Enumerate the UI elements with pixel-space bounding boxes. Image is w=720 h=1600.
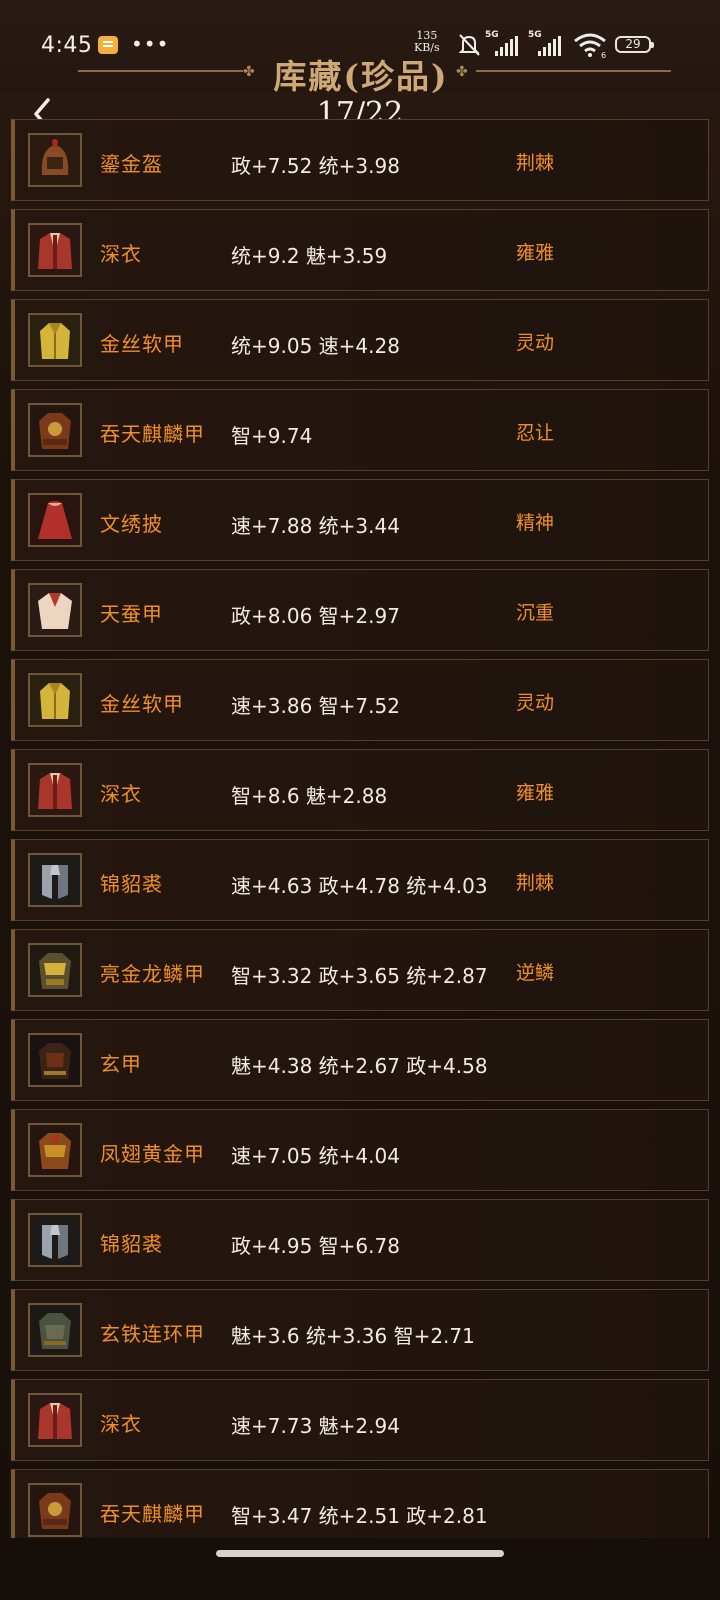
robe-icon (28, 1393, 82, 1447)
item-stats: 政+8.06 智+2.97 (231, 604, 400, 628)
item-name: 深衣 (100, 1412, 142, 1436)
item-trait: 灵动 (516, 332, 555, 354)
item-trait: 沉重 (516, 602, 555, 624)
qilin-armor-icon (28, 403, 82, 457)
silk-armor-icon (28, 583, 82, 637)
helmet-icon (28, 133, 82, 187)
page-title: 库藏(珍品) (273, 57, 449, 96)
item-name: 文绣披 (100, 512, 163, 536)
item-row[interactable]: 鎏金盔 政+7.52 统+3.98 荆棘 (11, 119, 709, 201)
item-stats: 智+3.32 政+3.65 统+2.87 (231, 964, 488, 988)
item-row[interactable]: 凤翅黄金甲 速+7.05 统+4.04 (11, 1109, 709, 1191)
item-row[interactable]: 吞天麒麟甲 智+9.74 忍让 (11, 389, 709, 471)
item-name: 玄铁连环甲 (100, 1322, 205, 1346)
robe-icon (28, 763, 82, 817)
item-stats: 智+8.6 魅+2.88 (231, 784, 388, 808)
wifi-icon: 6 (574, 33, 606, 58)
signal-1-icon: 5G (485, 30, 525, 58)
fur-coat-icon (28, 853, 82, 907)
item-row[interactable]: 玄甲 魅+4.38 统+2.67 政+4.58 (11, 1019, 709, 1101)
item-row[interactable]: 天蚕甲 政+8.06 智+2.97 沉重 (11, 569, 709, 651)
home-indicator[interactable] (216, 1550, 504, 1557)
title-ornament-left (78, 70, 243, 72)
item-trait: 逆鳞 (516, 962, 555, 984)
item-name: 金丝软甲 (100, 332, 184, 356)
golden-vest-icon (28, 313, 82, 367)
item-stats: 速+7.05 统+4.04 (231, 1144, 400, 1168)
item-list[interactable]: 鎏金盔 政+7.52 统+3.98 荆棘 深衣 统+9.2 魅+3.59 雍雅 金丝软甲 统+… (11, 119, 709, 1579)
item-trait: 雍雅 (516, 242, 555, 264)
title-ornament-right (476, 70, 671, 72)
wifi-sub-label: 6 (601, 51, 606, 58)
item-stats: 政+7.52 统+3.98 (231, 154, 400, 178)
chainmail-icon (28, 1303, 82, 1357)
item-name: 凤翅黄金甲 (100, 1142, 205, 1166)
item-row[interactable]: 深衣 速+7.73 魅+2.94 (11, 1379, 709, 1461)
item-stats: 统+9.05 速+4.28 (231, 334, 400, 358)
bottom-bar (0, 1538, 720, 1600)
item-name: 鎏金盔 (100, 152, 163, 176)
item-name: 锦貂裘 (100, 1232, 163, 1256)
item-row[interactable]: 锦貂裘 速+4.63 政+4.78 统+4.03 荆棘 (11, 839, 709, 921)
item-trait: 雍雅 (516, 782, 555, 804)
item-stats: 统+9.2 魅+3.59 (231, 244, 388, 268)
fur-coat-icon (28, 1213, 82, 1267)
item-name: 亮金龙鳞甲 (100, 962, 205, 986)
item-name: 金丝软甲 (100, 692, 184, 716)
phoenix-armor-icon (28, 1123, 82, 1177)
item-name: 吞天麒麟甲 (100, 422, 205, 446)
robe-icon (28, 223, 82, 277)
cape-icon (28, 493, 82, 547)
item-trait: 精神 (516, 512, 555, 534)
item-row[interactable]: 锦貂裘 政+4.95 智+6.78 (11, 1199, 709, 1281)
item-stats: 智+9.74 (231, 424, 313, 448)
item-trait: 荆棘 (516, 152, 555, 174)
item-trait: 忍让 (516, 422, 555, 444)
item-name: 玄甲 (100, 1052, 142, 1076)
item-name: 锦貂裘 (100, 872, 163, 896)
mute-icon (458, 34, 480, 56)
dark-armor-icon (28, 1033, 82, 1087)
battery-icon: 29 (615, 36, 654, 53)
golden-vest-icon (28, 673, 82, 727)
ornament-knot-left-icon: ✤ (243, 64, 255, 80)
item-stats: 速+4.63 政+4.78 统+4.03 (231, 874, 488, 898)
item-trait: 荆棘 (516, 872, 555, 894)
ornament-knot-right-icon: ✤ (456, 64, 468, 80)
item-name: 深衣 (100, 782, 142, 806)
qilin-armor-icon (28, 1483, 82, 1537)
notes-app-icon (98, 36, 118, 54)
item-row[interactable]: 深衣 智+8.6 魅+2.88 雍雅 (11, 749, 709, 831)
item-row[interactable]: 玄铁连环甲 魅+3.6 统+3.36 智+2.71 (11, 1289, 709, 1371)
item-name: 深衣 (100, 242, 142, 266)
item-trait: 灵动 (516, 692, 555, 714)
item-row[interactable]: 亮金龙鳞甲 智+3.32 政+3.65 统+2.87 逆鳞 (11, 929, 709, 1011)
item-stats: 速+3.86 智+7.52 (231, 694, 400, 718)
item-stats: 智+3.47 统+2.51 政+2.81 (231, 1504, 488, 1528)
item-stats: 速+7.73 魅+2.94 (231, 1414, 400, 1438)
item-stats: 速+7.88 统+3.44 (231, 514, 400, 538)
item-row[interactable]: 金丝软甲 速+3.86 智+7.52 灵动 (11, 659, 709, 741)
item-stats: 魅+4.38 统+2.67 政+4.58 (231, 1054, 488, 1078)
item-name: 天蚕甲 (100, 602, 163, 626)
item-name: 吞天麒麟甲 (100, 1502, 205, 1526)
item-stats: 魅+3.6 统+3.36 智+2.71 (231, 1324, 475, 1348)
signal-2-icon: 5G (528, 30, 568, 58)
more-notifications-icon: ••• (131, 32, 170, 56)
item-row[interactable]: 文绣披 速+7.88 统+3.44 精神 (11, 479, 709, 561)
item-row[interactable]: 金丝软甲 统+9.05 速+4.28 灵动 (11, 299, 709, 381)
status-time: 4:45 (41, 33, 93, 58)
dragon-scale-armor-icon (28, 943, 82, 997)
screen: 4:45 ••• 135 KB/s 5G 5G 6 29 ✤ 库藏(珍品) ✤ … (0, 0, 720, 1600)
item-row[interactable]: 深衣 统+9.2 魅+3.59 雍雅 (11, 209, 709, 291)
item-stats: 政+4.95 智+6.78 (231, 1234, 400, 1258)
